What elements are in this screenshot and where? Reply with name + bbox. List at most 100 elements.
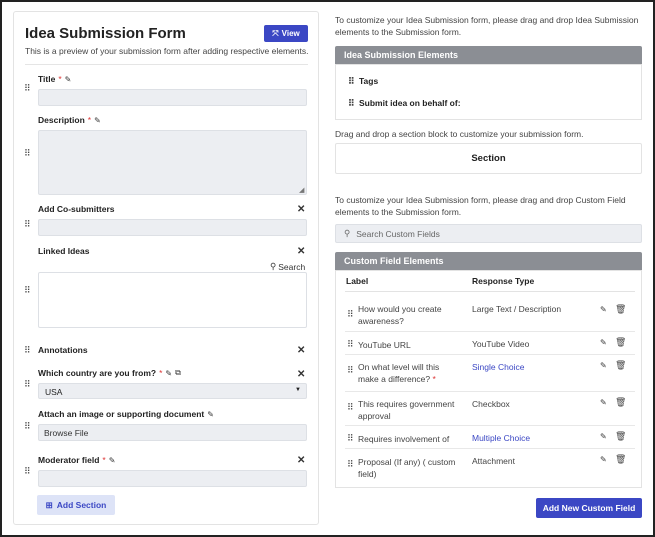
drag-handle-icon[interactable]: ⠿ bbox=[347, 340, 354, 349]
attach-label-text: Attach an image or supporting document bbox=[38, 409, 205, 419]
elements-header: Idea Submission Elements bbox=[335, 46, 642, 64]
form-subtitle: This is a preview of your submission for… bbox=[25, 46, 309, 56]
drag-handle-icon[interactable]: ⠿ bbox=[24, 220, 31, 229]
custom-field-header: Custom Field Elements bbox=[335, 252, 642, 270]
title-label-text: Title bbox=[38, 74, 56, 84]
drag-handle-icon[interactable]: ⠿ bbox=[347, 460, 354, 469]
drag-handle-icon[interactable]: ⠿ bbox=[24, 422, 31, 431]
column-header-label: Label bbox=[346, 276, 369, 286]
table-row[interactable]: ⠿ Requires involvement of Multiple Choic… bbox=[345, 427, 635, 449]
pencil-icon[interactable]: ✎ bbox=[600, 361, 607, 370]
add-new-custom-field-button[interactable]: Add New Custom Field bbox=[536, 498, 642, 518]
trash-icon[interactable]: 🗑 bbox=[615, 454, 626, 465]
close-icon[interactable]: ✕ bbox=[297, 369, 305, 380]
drag-handle-icon[interactable]: ⠿ bbox=[24, 286, 31, 295]
drag-handle-icon[interactable]: ⠿ bbox=[347, 310, 354, 319]
drag-handle-icon[interactable]: ⠿ bbox=[24, 346, 31, 355]
table-row[interactable]: ⠿ Proposal (If any) ( custom field) Atta… bbox=[345, 450, 635, 486]
custom-field-type: Large Text / Description bbox=[472, 304, 562, 314]
trash-icon[interactable]: 🗑 bbox=[615, 304, 626, 315]
drag-handle-icon[interactable]: ⠿ bbox=[24, 380, 31, 389]
linked-ideas-search[interactable]: ⚲ Search bbox=[270, 261, 305, 272]
custom-field-label: Proposal (If any) ( custom field) bbox=[358, 457, 456, 479]
expand-icon: ⤧ bbox=[272, 28, 279, 38]
co-submitters-label: Add Co-submitters bbox=[38, 204, 115, 214]
trash-icon[interactable]: 🗑 bbox=[615, 337, 626, 348]
section-block[interactable]: Section bbox=[335, 143, 642, 174]
custom-field-type: Checkbox bbox=[472, 399, 510, 409]
required-mark: * bbox=[159, 368, 163, 378]
add-section-label: Add Section bbox=[56, 500, 107, 510]
table-row[interactable]: ⠿ On what level will this make a differe… bbox=[345, 356, 635, 392]
view-button[interactable]: ⤧ View bbox=[264, 25, 308, 42]
drag-handle-icon[interactable]: ⠿ bbox=[24, 84, 31, 93]
description-field-label: Description * ✎ bbox=[38, 115, 101, 125]
custom-field-label: YouTube URL bbox=[358, 340, 411, 350]
pencil-icon[interactable]: ✎ bbox=[600, 338, 607, 347]
pencil-icon[interactable]: ✎ bbox=[600, 432, 607, 441]
custom-field-label-wrap: On what level will this make a differenc… bbox=[358, 361, 458, 385]
close-icon[interactable]: ✕ bbox=[297, 345, 305, 356]
attach-field-label: Attach an image or supporting document ✎ bbox=[38, 409, 214, 419]
elements-list bbox=[335, 64, 642, 120]
description-textarea[interactable] bbox=[38, 130, 307, 195]
custom-field-type: Single Choice bbox=[472, 362, 525, 372]
drag-handle-icon[interactable]: ⠿ bbox=[347, 434, 354, 443]
search-placeholder: Search Custom Fields bbox=[356, 228, 440, 239]
copy-icon[interactable]: ⧉ bbox=[175, 368, 181, 378]
search-icon: ⚲ bbox=[270, 261, 277, 271]
custom-field-label: How would you create awareness? bbox=[358, 304, 442, 326]
custom-field-type: YouTube Video bbox=[472, 339, 530, 349]
pencil-icon[interactable]: ✎ bbox=[109, 456, 116, 465]
pencil-icon[interactable]: ✎ bbox=[600, 398, 607, 407]
title-input[interactable] bbox=[38, 89, 307, 106]
custom-field-label: This requires government approval bbox=[358, 399, 455, 421]
divider bbox=[345, 291, 635, 292]
drag-handle-icon[interactable]: ⠿ bbox=[347, 403, 354, 412]
moderator-label-text: Moderator field bbox=[38, 455, 100, 465]
co-submitters-input[interactable] bbox=[38, 219, 307, 236]
pencil-icon[interactable]: ✎ bbox=[165, 369, 172, 378]
drag-handle-icon[interactable]: ⠿ bbox=[24, 467, 31, 476]
elements-intro-text: To customize your Idea Submission form, … bbox=[335, 15, 639, 37]
pencil-icon[interactable]: ✎ bbox=[94, 116, 101, 125]
table-row[interactable]: ⠿ How would you create awareness? Large … bbox=[345, 298, 635, 332]
element-submit-on-behalf[interactable]: ⠿ Submit idea on behalf of: bbox=[348, 98, 461, 108]
view-button-label: View bbox=[281, 29, 300, 38]
trash-icon[interactable]: 🗑 bbox=[615, 431, 626, 442]
country-select-value: USA bbox=[45, 387, 63, 397]
moderator-field-label: Moderator field * ✎ bbox=[38, 455, 115, 465]
pencil-icon[interactable]: ✎ bbox=[207, 410, 214, 419]
drag-handle-icon[interactable]: ⠿ bbox=[348, 99, 355, 108]
trash-icon[interactable]: 🗑 bbox=[615, 360, 626, 371]
add-section-button[interactable]: ⊞ Add Section bbox=[37, 495, 115, 515]
linked-ideas-label: Linked Ideas bbox=[38, 246, 90, 256]
pencil-icon[interactable]: ✎ bbox=[600, 305, 607, 314]
table-row[interactable]: ⠿ This requires government approval Chec… bbox=[345, 393, 635, 426]
linked-ideas-search-label: Search bbox=[278, 261, 306, 272]
country-field-label: Which country are you from? * ✎ ⧉ bbox=[38, 368, 181, 378]
element-tags[interactable]: ⠿ Tags bbox=[348, 76, 378, 86]
section-hint-text: Drag and drop a section block to customi… bbox=[335, 129, 584, 139]
form-title: Idea Submission Form bbox=[25, 25, 186, 42]
drag-handle-icon[interactable]: ⠿ bbox=[24, 149, 31, 158]
close-icon[interactable]: ✕ bbox=[297, 455, 305, 466]
linked-ideas-box[interactable] bbox=[38, 272, 307, 328]
browse-file-input[interactable]: Browse File bbox=[38, 424, 307, 441]
close-icon[interactable]: ✕ bbox=[297, 246, 305, 257]
resize-grip-icon[interactable]: ◢ bbox=[299, 186, 304, 194]
country-select[interactable]: USA ▼ bbox=[38, 383, 307, 399]
drag-handle-icon[interactable]: ⠿ bbox=[347, 366, 354, 375]
search-icon: ⚲ bbox=[344, 228, 351, 238]
search-custom-fields-input[interactable]: ⚲ Search Custom Fields bbox=[335, 224, 642, 243]
drag-handle-icon[interactable]: ⠿ bbox=[348, 77, 355, 86]
moderator-input[interactable] bbox=[38, 470, 307, 487]
close-icon[interactable]: ✕ bbox=[297, 204, 305, 215]
custom-field-table: Label Response Type ⠿ How would you crea… bbox=[335, 270, 642, 488]
add-box-icon: ⊞ bbox=[45, 499, 53, 510]
required-mark: * bbox=[87, 115, 92, 125]
trash-icon[interactable]: 🗑 bbox=[615, 397, 626, 408]
pencil-icon[interactable]: ✎ bbox=[600, 455, 607, 464]
table-row[interactable]: ⠿ YouTube URL YouTube Video ✎ 🗑 bbox=[345, 333, 635, 355]
pencil-icon[interactable]: ✎ bbox=[65, 75, 72, 84]
